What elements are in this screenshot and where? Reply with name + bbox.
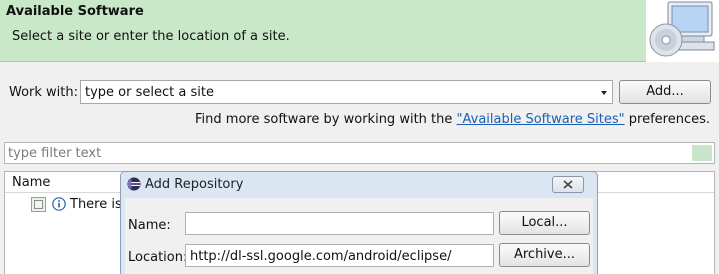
dropdown-arrow-icon[interactable] bbox=[601, 91, 607, 95]
more-software-hint: Find more software by working with the "… bbox=[195, 112, 710, 127]
checkbox-box bbox=[34, 200, 43, 209]
location-label: Location: bbox=[128, 250, 188, 265]
work-with-label: Work with: bbox=[9, 85, 79, 100]
filter-input[interactable]: type filter text bbox=[4, 142, 715, 164]
add-repository-dialog: Add Repository Name: Local... Location: … bbox=[120, 171, 598, 274]
dialog-body: Name: Local... Location: http://dl-ssl.g… bbox=[125, 198, 593, 274]
work-with-combo[interactable]: type or select a site bbox=[80, 80, 613, 104]
close-icon bbox=[563, 180, 573, 189]
work-with-value: type or select a site bbox=[85, 85, 214, 100]
clear-filter-icon[interactable] bbox=[692, 145, 712, 161]
archive-button[interactable]: Archive... bbox=[499, 243, 590, 267]
info-icon bbox=[52, 197, 66, 211]
available-software-sites-link[interactable]: "Available Software Sites" bbox=[457, 112, 625, 127]
location-value: http://dl-ssl.google.com/android/eclipse… bbox=[190, 249, 452, 264]
dialog-title: Add Repository bbox=[145, 177, 244, 192]
filter-placeholder: type filter text bbox=[8, 146, 102, 161]
eclipse-icon bbox=[127, 177, 141, 191]
dialog-titlebar[interactable]: Add Repository bbox=[121, 172, 597, 196]
row-checkbox[interactable] bbox=[31, 197, 46, 212]
close-button[interactable] bbox=[552, 176, 584, 193]
table-row-text: There is bbox=[70, 197, 122, 212]
more-software-suffix: preferences. bbox=[624, 112, 710, 127]
name-label: Name: bbox=[128, 218, 171, 233]
wizard-banner: Available Software Select a site or ente… bbox=[0, 0, 719, 62]
banner-title: Available Software bbox=[6, 4, 144, 19]
banner-description: Select a site or enter the location of a… bbox=[12, 29, 290, 44]
add-site-button[interactable]: Add... bbox=[619, 80, 711, 104]
more-software-prefix: Find more software by working with the bbox=[195, 112, 457, 127]
column-header-name[interactable]: Name bbox=[12, 175, 50, 190]
local-button[interactable]: Local... bbox=[499, 211, 590, 235]
software-cd-icon bbox=[646, 0, 719, 62]
location-field[interactable]: http://dl-ssl.google.com/android/eclipse… bbox=[185, 244, 494, 267]
name-field[interactable] bbox=[185, 212, 494, 235]
